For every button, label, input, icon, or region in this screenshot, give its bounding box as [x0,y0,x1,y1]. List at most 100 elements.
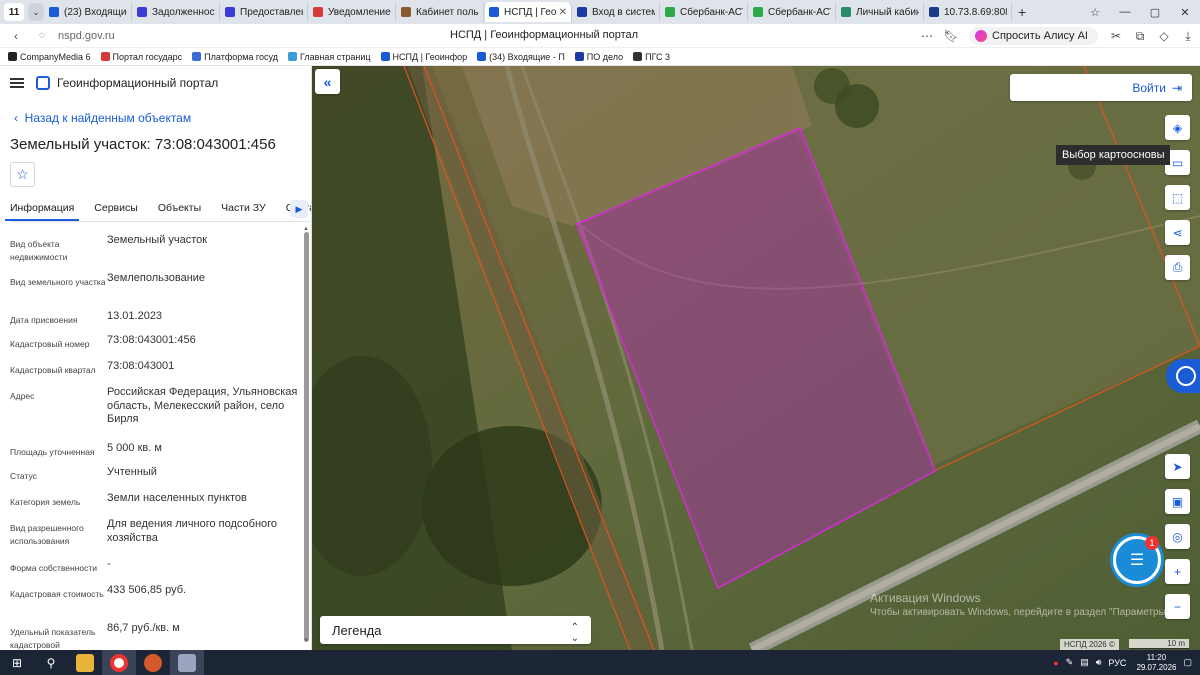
browser-tab[interactable]: Задолженность [133,2,220,22]
bookmark-item[interactable]: ПО дело [574,52,623,62]
extensions-icon[interactable]: ⧉ [1128,29,1152,44]
document-app-icon[interactable] [170,650,204,675]
map-view[interactable]: « Войти ⇥ ◈ ▭ Выбор картоосновы ⬚ ⋖ ⎙ ➤ … [312,66,1200,650]
share-button[interactable]: ⋖ [1165,220,1190,245]
panel-tab[interactable]: Информация [5,196,80,221]
browser-tab[interactable]: (23) Входящие [45,2,132,22]
back-to-results-link[interactable]: ‹ Назад к найденным объектам [14,111,191,125]
favorite-star-button[interactable]: ☆ [10,162,35,187]
print-button[interactable]: ⎙ [1165,255,1190,280]
maximize-icon[interactable]: ▢ [1140,6,1170,19]
locate-button[interactable]: ➤ [1165,454,1190,479]
browser-app-icon[interactable] [136,650,170,675]
search-icon[interactable]: ⚲ [34,650,68,675]
pen-icon[interactable]: ✎ [1066,657,1074,668]
bookmark-item[interactable]: (34) Входящие - П [477,52,565,62]
browser-tab[interactable]: Предоставлени [221,2,308,22]
language-indicator[interactable]: РУС [1108,658,1126,668]
login-button[interactable]: Войти ⇥ [1010,74,1192,101]
volume-icon[interactable]: 🔊︎ [1096,657,1102,668]
clock[interactable]: 11:20 29.07.2026 [1136,653,1176,673]
download-icon[interactable]: ⤓ [1176,29,1200,44]
scroll-down-arrow-icon[interactable]: ▼ [303,638,309,644]
system-tray: ● ✎ ▤ 🔊︎ РУС 11:20 29.07.2026 ▢ [1046,650,1192,675]
network-icon[interactable]: ▤ [1080,657,1089,668]
file-explorer-icon[interactable] [68,650,102,675]
layers-button[interactable]: ◈ [1165,115,1190,140]
bookmark-item[interactable]: Главная страниц [287,52,371,62]
new-tab-plus-icon[interactable]: + [1018,4,1026,20]
tab-label: Личный кабине [856,6,919,18]
tab-label: Кабинет польз. [416,6,479,18]
browser-tab[interactable]: Сбербанк-АСТ [749,2,836,22]
zoom-in-button[interactable]: + [1165,559,1190,584]
object-title: Земельный участок: 73:08:043001:456 [10,136,276,153]
close-tab-icon[interactable]: ✕ [559,7,567,18]
legend-label: Легенда [332,622,382,638]
address-bar: ‹ ◌ nspd.gov.ru НСПД | Геоинформационный… [0,24,1200,48]
attribute-value: Землепользование [107,272,206,284]
geolocation-button[interactable]: ◎ [1165,524,1190,549]
navigate-arrow-icon: ➤ [1172,459,1183,474]
browser-tab[interactable]: Вход в систему [573,2,660,22]
tools-icon[interactable]: ✂ [1104,29,1128,43]
bookmarks-bar: CompanyMedia 6 Портал государс Платформа г… [0,48,1200,66]
site-info-icon[interactable]: ◌ [32,30,52,41]
double-chevron-left-icon: « [323,73,332,90]
browser-tab[interactable]: Личный кабине [837,2,924,22]
panel-scrollbar[interactable] [304,232,309,642]
login-icon: ⇥ [1171,80,1182,95]
attribute-row: Удельный показатель кадастровой 86,7 руб.… [10,622,300,650]
bookmark-label: НСПД | Геоинфор [392,51,468,62]
bookmark-item[interactable]: Портал государс [100,52,182,62]
minimize-icon[interactable]: — [1110,6,1140,18]
browser-tab[interactable]: Сбербанк-АСТ [661,2,748,22]
protect-icon[interactable]: ◇ [1152,29,1176,43]
back-arrow-icon[interactable]: ‹ [6,29,26,43]
bookmark-page-icon[interactable]: ☆ [1080,6,1110,19]
attribute-row: Кадастровый номер 73:08:043001:456 [10,334,300,360]
panel-tab[interactable]: Сервисы [94,196,138,221]
bookmark-item[interactable]: ПГС 3 [633,52,670,62]
attribute-value: 73:08:043001:456 [107,334,196,346]
bookmark-item[interactable]: CompanyMedia 6 [8,52,91,62]
attribute-key: Адрес [10,391,35,401]
tabs-next-chevron-icon[interactable]: ▶ [290,200,308,218]
more-dots-icon[interactable]: ⋯ [915,29,939,43]
bookmark-icon[interactable]: 🔖︎ [939,29,963,43]
minimap-icon: ▣ [1171,494,1184,509]
alice-label: Спросить Алису AI [992,30,1088,42]
panel-tab[interactable]: Части ЗУ [221,196,266,221]
star-icon: ☆ [16,166,29,182]
attribute-row: Форма собственности - [10,558,300,584]
tab-count-button[interactable]: 11 [4,3,24,21]
panel-tab[interactable]: Объекты [158,196,201,221]
antivirus-icon[interactable]: ● [1053,658,1058,668]
portal-title: Геоинформационный портал [57,76,219,90]
yandex-browser-icon[interactable] [102,650,136,675]
windows-start-icon[interactable]: ⊞ [0,650,34,675]
attribute-value: Российская Федерация, Ульяновская област… [107,386,298,425]
tab-favicon-icon [753,7,763,17]
ask-alice-button[interactable]: Спросить Алису AI [969,27,1098,45]
select-area-button[interactable]: ⬚ [1165,185,1190,210]
legend-dropdown[interactable]: Легенда ⌃ ⌄ [320,616,591,644]
url-field[interactable]: nspd.gov.ru [58,30,115,42]
bookmark-item[interactable]: Платформа госуд [192,52,278,62]
geolocation-icon: ◎ [1172,529,1183,544]
collapse-panel-button[interactable]: « [315,69,340,94]
notifications-icon[interactable]: ▢ [1183,657,1192,668]
minimap-button[interactable]: ▣ [1165,489,1190,514]
browser-tab[interactable]: Уведомление [309,2,396,22]
attribute-row: Вид объекта недвижимости Земельный участо… [10,234,300,272]
browser-tab[interactable]: Кабинет польз. [397,2,484,22]
attribute-value: 86,7 руб./кв. м [107,622,180,634]
browser-tab[interactable]: 10.73.8.69:8080 [925,2,1012,22]
close-window-icon[interactable]: ✕ [1170,6,1200,19]
tab-list-chevron-icon[interactable]: ⌄ [28,3,44,21]
side-assistant-badge[interactable] [1166,359,1200,393]
bookmark-item[interactable]: НСПД | Геоинфор [380,51,468,62]
menu-hamburger-icon[interactable] [10,76,24,90]
tab-favicon-icon [313,7,323,17]
browser-tab[interactable]: НСПД | Геоин✕ [485,2,572,22]
